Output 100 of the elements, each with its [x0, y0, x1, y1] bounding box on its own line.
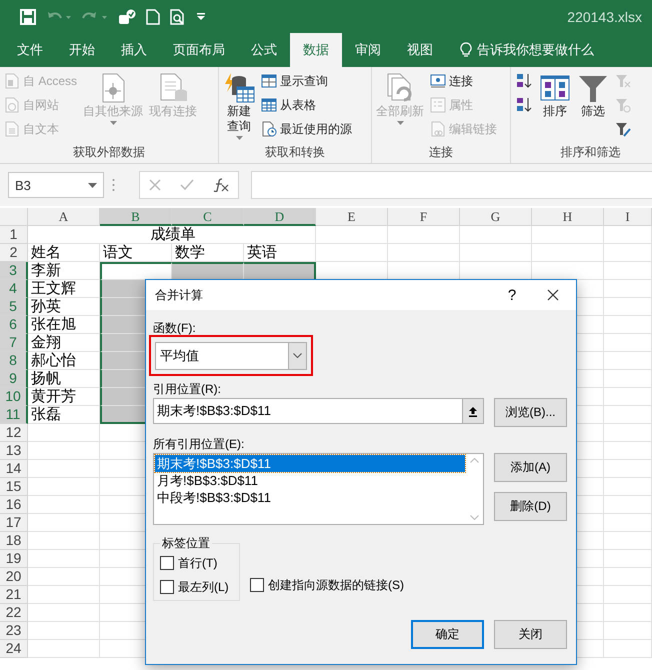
enter-check-icon[interactable] — [180, 179, 194, 191]
close-icon[interactable] — [547, 289, 559, 301]
insert-function-icon[interactable] — [212, 178, 229, 192]
row-header[interactable]: 3 — [0, 262, 28, 280]
help-button[interactable]: ? — [494, 280, 530, 310]
table-cell — [604, 550, 652, 568]
row-header[interactable]: 20 — [0, 568, 28, 586]
row-header[interactable]: 22 — [0, 604, 28, 622]
group-label: 获取和转换 — [264, 144, 326, 161]
column-header[interactable]: I — [604, 208, 652, 226]
row-header[interactable]: 10 — [0, 388, 28, 406]
print-preview-icon[interactable] — [170, 8, 186, 24]
dialog-button[interactable]: 关闭 — [494, 620, 567, 649]
table-cell: 语文 — [100, 244, 172, 262]
dialog-button[interactable]: 确定 — [411, 620, 484, 649]
table-cell: 李新 — [28, 262, 100, 280]
row-header[interactable]: 5 — [0, 298, 28, 316]
row-header[interactable]: 23 — [0, 622, 28, 640]
row-header[interactable]: 14 — [0, 460, 28, 478]
column-header[interactable]: F — [388, 208, 460, 226]
browse-button[interactable]: 浏览(B)... — [494, 398, 567, 427]
delete-button[interactable]: 删除(D) — [494, 492, 567, 521]
row-header[interactable]: 16 — [0, 496, 28, 514]
ribbon-tab[interactable]: 页面布局 — [160, 33, 238, 67]
table-cell: 成绩单 — [28, 226, 316, 244]
ribbon-tab[interactable]: 数据 — [290, 33, 342, 67]
row-header[interactable]: 21 — [0, 586, 28, 604]
lightbulb-icon — [460, 42, 472, 58]
save-icon[interactable] — [20, 8, 36, 24]
ribbon-button[interactable]: 新建查询 — [223, 70, 255, 143]
checkbox[interactable]: 创建指向源数据的链接(S) — [250, 576, 404, 594]
ribbon-tab[interactable]: 开始 — [56, 33, 108, 67]
up-arrow-icon[interactable] — [468, 406, 478, 416]
group-label: 连接 — [428, 144, 454, 161]
table-cell — [604, 622, 652, 640]
add-button[interactable]: 添加(A) — [494, 453, 567, 482]
row-header[interactable]: 19 — [0, 550, 28, 568]
touch-mode-icon[interactable] — [118, 8, 136, 24]
ribbon-tab[interactable]: 公式 — [238, 33, 290, 67]
row-header[interactable]: 17 — [0, 514, 28, 532]
ribbon-button[interactable]: 显示查询 — [261, 70, 352, 92]
row-header[interactable]: 18 — [0, 532, 28, 550]
customize-caret-icon[interactable] — [196, 12, 206, 22]
table-cell — [604, 604, 652, 622]
table-cell — [604, 478, 652, 496]
reference-list[interactable]: 期末考!$B$3:$D$11 月考!$B$3:$D$11 中段考!$B$3:$D$11 — [153, 453, 484, 525]
ribbon-tab[interactable]: 审阅 — [342, 33, 394, 67]
checkbox[interactable]: 最左列(L) — [160, 578, 239, 596]
document-title: 220143.xlsx — [567, 8, 643, 24]
ribbon-button[interactable]: 连接 — [430, 70, 497, 92]
row-header[interactable]: 7 — [0, 334, 28, 352]
row-header[interactable]: 11 — [0, 406, 28, 424]
row-header[interactable]: 6 — [0, 316, 28, 334]
column-header[interactable]: H — [532, 208, 604, 226]
column-header[interactable]: G — [460, 208, 532, 226]
document-icon — [4, 73, 20, 89]
dropdown-arrow-icon — [88, 182, 97, 188]
row-header[interactable]: 15 — [0, 478, 28, 496]
row-header[interactable]: 12 — [0, 424, 28, 442]
collapse-dialog-button[interactable] — [462, 399, 483, 423]
field-label: 函数(F): — [153, 320, 197, 337]
ribbon-button[interactable]: 从表格 — [261, 94, 352, 116]
table-cell — [604, 460, 652, 478]
row-header[interactable]: 4 — [0, 280, 28, 298]
ribbon-button[interactable]: 筛选 — [577, 70, 609, 143]
checkbox[interactable]: 首行(T) — [160, 554, 239, 572]
table-cell — [244, 262, 316, 280]
row-header[interactable]: 24 — [0, 640, 28, 658]
ribbon-tab[interactable]: 视图 — [394, 33, 446, 67]
column-header[interactable]: B — [100, 208, 172, 226]
ribbon-tab[interactable]: 文件 — [4, 33, 56, 67]
list-item[interactable]: 中段考!$B$3:$D$11 — [155, 489, 465, 506]
formula-field[interactable] — [251, 171, 652, 199]
caret-icon — [396, 121, 404, 126]
ribbon-button[interactable]: 最近使用的源 — [261, 118, 352, 140]
globe-document-icon — [4, 97, 20, 113]
row-header[interactable]: 1 — [0, 226, 28, 244]
ribbon-button[interactable]: 排序 — [539, 70, 571, 143]
table-cell — [604, 514, 652, 532]
row-header[interactable]: 9 — [0, 370, 28, 388]
reference-field[interactable]: 期末考!$B$3:$D$11 — [153, 398, 484, 424]
column-header[interactable]: C — [172, 208, 244, 226]
table-cell — [604, 442, 652, 460]
caret-icon — [236, 136, 242, 141]
table-cell — [604, 280, 652, 298]
row-header[interactable]: 13 — [0, 442, 28, 460]
row-header[interactable]: 8 — [0, 352, 28, 370]
list-item[interactable]: 月考!$B$3:$D$11 — [155, 472, 465, 489]
column-header[interactable]: E — [316, 208, 388, 226]
ribbon-tab[interactable]: 插入 — [108, 33, 160, 67]
column-header[interactable]: D — [244, 208, 316, 226]
grip-icon — [112, 178, 115, 192]
new-document-icon[interactable] — [146, 8, 160, 24]
tell-me-search[interactable]: 告诉我你想要做什么 — [460, 33, 594, 67]
column-header[interactable]: A — [28, 208, 100, 226]
function-dropdown[interactable]: 平均值 — [155, 342, 307, 370]
table-cell — [604, 244, 652, 262]
list-item[interactable]: 期末考!$B$3:$D$11 — [155, 455, 465, 472]
name-box[interactable]: B3 — [8, 172, 104, 198]
row-header[interactable]: 2 — [0, 244, 28, 262]
